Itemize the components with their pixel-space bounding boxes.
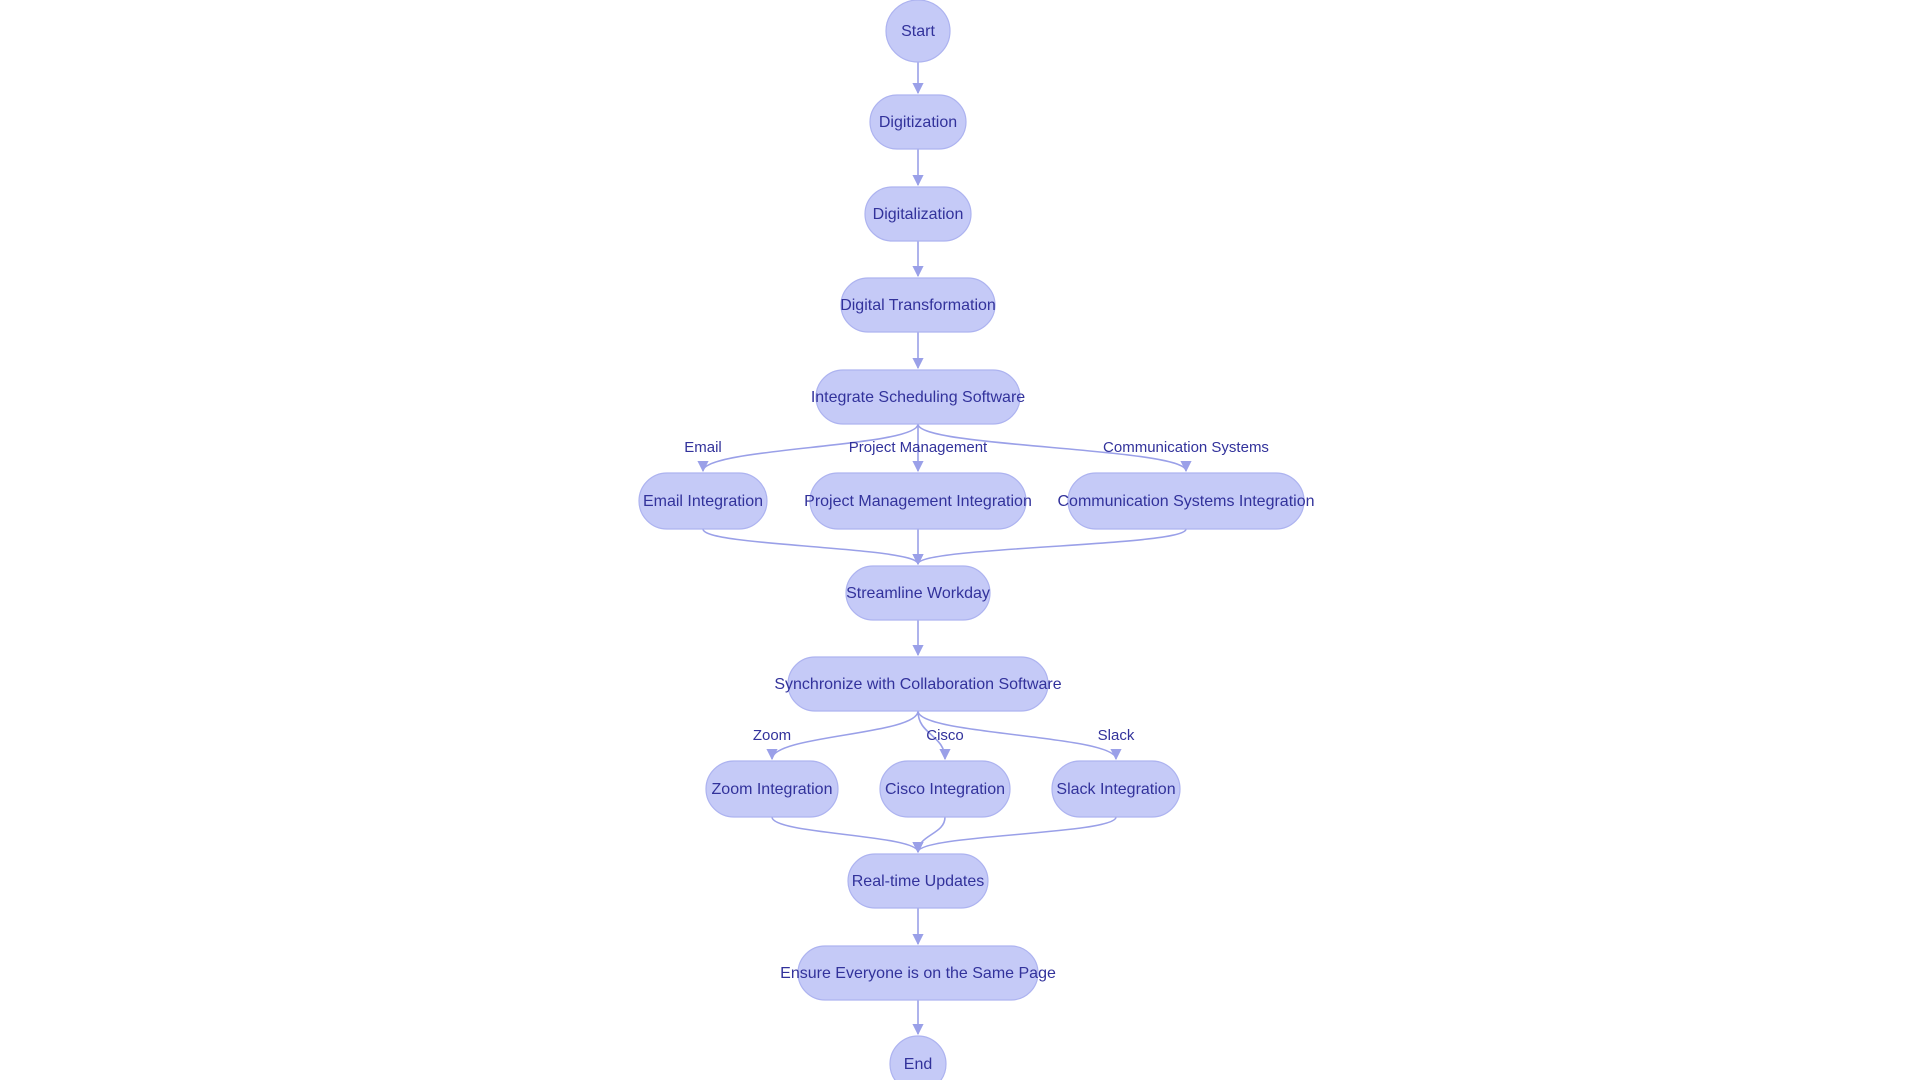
node-slack_integration[interactable]: Slack Integration (1051, 760, 1181, 818)
node-pm_integration[interactable]: Project Management Integration (804, 472, 1032, 530)
node-shape[interactable] (847, 853, 989, 909)
node-shape[interactable] (885, 0, 951, 63)
node-ensure_same_page[interactable]: Ensure Everyone is on the Same Page (780, 945, 1056, 1001)
edge-email_integration-to-streamline_workday (702, 528, 924, 566)
node-shape[interactable] (797, 945, 1039, 1001)
node-shape[interactable] (864, 186, 972, 242)
label-email: Email (684, 439, 722, 456)
node-shape[interactable] (1051, 760, 1181, 818)
node-shape[interactable] (869, 94, 967, 150)
label-pm: Project Management (849, 439, 988, 456)
edge-slack_integration-to-realtime_updates (912, 816, 1117, 854)
node-zoom_integration[interactable]: Zoom Integration (705, 760, 839, 818)
edge-zoom_integration-to-realtime_updates (771, 816, 924, 854)
node-shape[interactable] (1067, 472, 1305, 530)
edge-path (702, 528, 924, 566)
node-digitalization[interactable]: Digitalization (864, 186, 972, 242)
node-synchronize_collaboration[interactable]: Synchronize with Collaboration Software (774, 656, 1062, 712)
node-shape[interactable] (815, 369, 1021, 425)
node-integrate_scheduling[interactable]: Integrate Scheduling Software (811, 369, 1025, 425)
node-shape[interactable] (787, 656, 1049, 712)
edge-path (912, 816, 946, 854)
node-shape[interactable] (809, 472, 1027, 530)
node-shape[interactable] (638, 472, 768, 530)
node-start[interactable]: Start (885, 0, 951, 63)
label-comm: Communication Systems (1103, 439, 1269, 456)
edge-synchronize_collaboration-to-zoom_integration (766, 710, 919, 761)
flowchart-canvas: Start Digitization Digitalization Digital T… (638, 0, 1315, 1080)
edge-cisco_integration-to-realtime_updates (912, 816, 946, 854)
node-digitization[interactable]: Digitization (869, 94, 967, 150)
node-streamline_workday[interactable]: Streamline Workday (845, 565, 991, 621)
edge-path (766, 710, 919, 761)
label-slack: Slack (1098, 727, 1135, 744)
node-end[interactable]: End (889, 1035, 947, 1080)
node-digital_transformation[interactable]: Digital Transformation (840, 277, 996, 333)
node-shape[interactable] (879, 760, 1011, 818)
node-comm_integration[interactable]: Communication Systems Integration (1058, 472, 1315, 530)
edge-path (912, 816, 1117, 854)
node-realtime_updates[interactable]: Real-time Updates (847, 853, 989, 909)
node-shape[interactable] (845, 565, 991, 621)
node-shape[interactable] (889, 1035, 947, 1080)
node-cisco_integration[interactable]: Cisco Integration (879, 760, 1011, 818)
edge-path (771, 816, 924, 854)
edge-path (912, 528, 1187, 566)
node-shape[interactable] (840, 277, 996, 333)
node-shape[interactable] (705, 760, 839, 818)
label-zoom: Zoom (753, 727, 791, 744)
label-cisco: Cisco (926, 727, 964, 744)
edge-comm_integration-to-streamline_workday (912, 528, 1187, 566)
node-email_integration[interactable]: Email Integration (638, 472, 768, 530)
flowchart-diagram: Start Digitization Digitalization Digital T… (0, 0, 1920, 1080)
